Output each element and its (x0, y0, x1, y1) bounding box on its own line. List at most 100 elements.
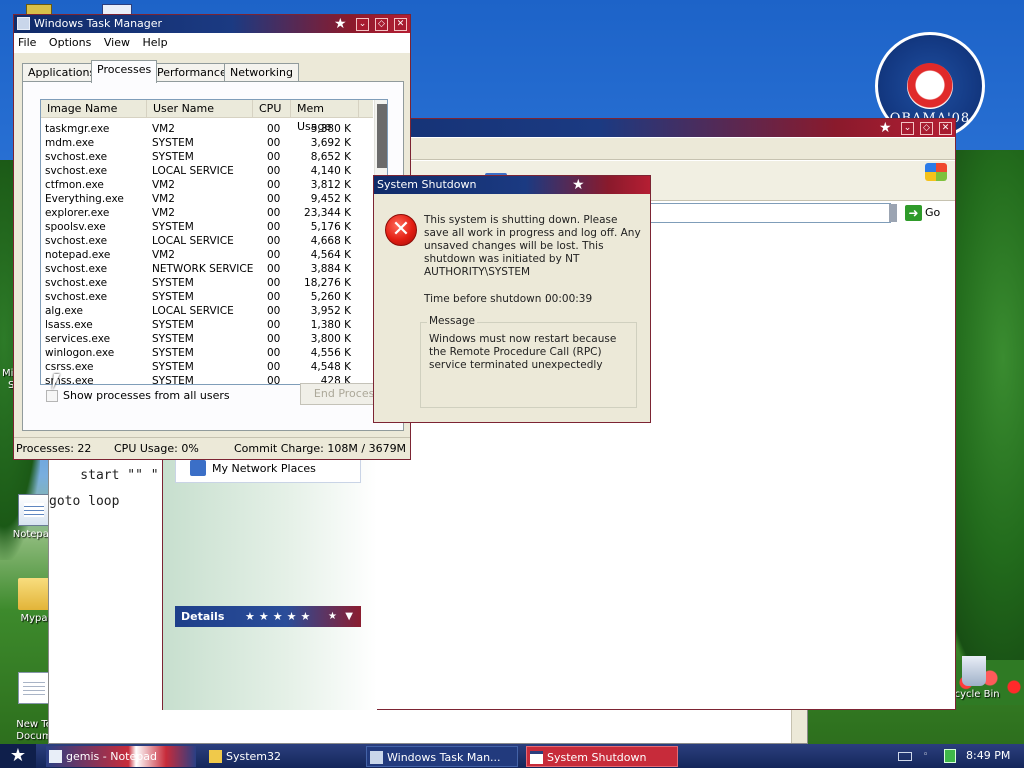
column-mem-usage[interactable]: Mem Usage (291, 100, 359, 133)
process-user-name: SYSTEM (152, 277, 194, 289)
task-manager-titlebar[interactable]: Windows Task Manager ★ ⌄ ◇ ✕ (14, 15, 410, 33)
tray-status-icon[interactable] (944, 749, 956, 763)
process-user-name: LOCAL SERVICE (152, 305, 234, 317)
table-row[interactable]: svchost.exe NETWORK SERVICE 00 3,884 K (41, 262, 373, 276)
start-button[interactable]: ★ (0, 744, 36, 768)
checkbox-box[interactable] (46, 390, 58, 402)
taskbar-item-system-shutdown[interactable]: System Shutdown (526, 746, 678, 767)
taskbar-item-label: gemis - Notepad (66, 750, 157, 763)
menu-view[interactable]: View (104, 36, 130, 49)
process-mem-usage: 5,176 K (310, 221, 351, 233)
taskbar-item-task-manager[interactable]: Windows Task Man... (366, 746, 518, 767)
notepad-text-area[interactable]: start "" " goto loop (49, 463, 159, 515)
details-panel-header[interactable]: Details ★★★★★ ★ ▼ (175, 606, 361, 627)
table-row[interactable]: spoolsv.exe SYSTEM 00 5,176 K (41, 220, 373, 234)
table-row[interactable]: svchost.exe LOCAL SERVICE 00 4,668 K (41, 234, 373, 248)
column-image-name[interactable]: Image Name (41, 100, 147, 118)
folder-icon (209, 750, 222, 763)
table-row[interactable]: svchost.exe SYSTEM 00 8,652 K (41, 150, 373, 164)
tab-performance[interactable]: Performance (151, 63, 233, 82)
process-image-name: svchost.exe (45, 277, 108, 289)
tray-dot-icon[interactable]: ◦ (923, 750, 928, 760)
task-manager-window[interactable]: Windows Task Manager ★ ⌄ ◇ ✕ File Option… (13, 14, 411, 460)
column-cpu[interactable]: CPU (253, 100, 291, 118)
process-cpu: 00 (267, 305, 281, 317)
table-row[interactable]: mdm.exe SYSTEM 00 3,692 K (41, 136, 373, 150)
go-button[interactable]: ➜ Go (903, 203, 949, 223)
tab-applications[interactable]: Applications (22, 63, 102, 82)
process-cpu: 00 (267, 123, 281, 135)
taskbar-item-notepad[interactable]: gemis - Notepad (46, 746, 196, 767)
desktop-icon-label-partial: Mi (2, 368, 14, 379)
process-mem-usage: 4,140 K (310, 165, 351, 177)
clock[interactable]: 8:49 PM (966, 744, 1010, 768)
close-button[interactable]: ✕ (939, 122, 952, 135)
process-image-name: services.exe (45, 333, 111, 345)
dialog-title: System Shutdown (377, 178, 477, 191)
menu-file[interactable]: File (18, 36, 36, 49)
table-row[interactable]: Everything.exe VM2 00 9,452 K (41, 192, 373, 206)
process-image-name: explorer.exe (45, 207, 110, 219)
process-cpu: 00 (267, 333, 281, 345)
taskbar-item-label: Windows Task Man... (387, 751, 501, 764)
process-mem-usage: 4,564 K (310, 249, 351, 261)
process-image-name: spoolsv.exe (45, 221, 106, 233)
table-row[interactable]: csrss.exe SYSTEM 00 4,548 K (41, 360, 373, 374)
taskbar-item-label: System Shutdown (547, 751, 647, 764)
process-user-name: VM2 (152, 123, 175, 135)
menu-help[interactable]: Help (142, 36, 167, 49)
table-row[interactable]: svchost.exe SYSTEM 00 5,260 K (41, 290, 373, 304)
chevron-down-icon[interactable]: ▼ (345, 606, 353, 627)
address-dropdown-button[interactable] (889, 204, 897, 222)
process-cpu: 00 (267, 277, 281, 289)
process-cpu: 00 (267, 291, 281, 303)
table-row[interactable]: ctfmon.exe VM2 00 3,812 K (41, 178, 373, 192)
process-cpu: 00 (267, 165, 281, 177)
show-all-processes-label: Show processes from all users (63, 389, 230, 402)
notepad-line: start "" " (49, 468, 159, 483)
status-processes: Processes: 22 (16, 442, 92, 455)
table-row[interactable]: lsass.exe SYSTEM 00 1,380 K (41, 318, 373, 332)
process-mem-usage: 4,668 K (310, 235, 351, 247)
maximize-button[interactable]: ◇ (375, 18, 388, 31)
table-row[interactable]: svchost.exe SYSTEM 00 18,276 K (41, 276, 373, 290)
scrollbar-thumb[interactable] (377, 104, 387, 168)
process-mem-usage: 4,548 K (310, 361, 351, 373)
table-row[interactable]: alg.exe LOCAL SERVICE 00 3,952 K (41, 304, 373, 318)
process-user-name: SYSTEM (152, 347, 194, 359)
details-label: Details (181, 610, 225, 623)
process-cpu: 00 (267, 235, 281, 247)
column-user-name[interactable]: User Name (147, 100, 253, 118)
process-image-name: csrss.exe (45, 361, 94, 373)
notepad-line: goto loop (49, 494, 120, 509)
minimize-button[interactable]: ⌄ (901, 122, 914, 135)
table-row[interactable]: notepad.exe VM2 00 4,564 K (41, 248, 373, 262)
table-row[interactable]: services.exe SYSTEM 00 3,800 K (41, 332, 373, 346)
table-row[interactable]: svchost.exe LOCAL SERVICE 00 4,140 K (41, 164, 373, 178)
close-button[interactable]: ✕ (394, 18, 407, 31)
keyboard-icon[interactable] (898, 752, 912, 761)
system-shutdown-dialog[interactable]: System Shutdown ★ ✕ This system is shutt… (373, 175, 651, 423)
table-row[interactable]: explorer.exe VM2 00 23,344 K (41, 206, 373, 220)
show-all-processes-checkbox[interactable]: Show processes from all users (46, 389, 230, 403)
shutdown-titlebar[interactable]: System Shutdown ★ (374, 176, 650, 194)
tab-networking[interactable]: Networking (224, 63, 299, 82)
taskbar-item-system32[interactable]: System32 (206, 746, 350, 767)
process-cpu: 00 (267, 221, 281, 233)
windows-logo-icon (925, 163, 947, 181)
table-row[interactable]: winlogon.exe SYSTEM 00 4,556 K (41, 346, 373, 360)
process-user-name: VM2 (152, 249, 175, 261)
processes-panel: Image Name User Name CPU Mem Usage taskm… (22, 81, 404, 431)
minimize-button[interactable]: ⌄ (356, 18, 369, 31)
window-title: Windows Task Manager (34, 17, 163, 30)
maximize-button[interactable]: ◇ (920, 122, 933, 135)
tab-processes[interactable]: Processes (91, 60, 158, 83)
notepad-icon (18, 494, 50, 526)
taskbar: ★ gemis - Notepad System32 Windows Task … (0, 744, 1024, 768)
table-row[interactable]: taskmgr.exe VM2 00 5,380 K (41, 122, 373, 136)
mouse-cursor-icon (52, 374, 66, 390)
process-list[interactable]: Image Name User Name CPU Mem Usage taskm… (40, 99, 388, 385)
menu-options[interactable]: Options (49, 36, 91, 49)
process-image-name: Everything.exe (45, 193, 124, 205)
task-manager-icon (370, 751, 383, 764)
